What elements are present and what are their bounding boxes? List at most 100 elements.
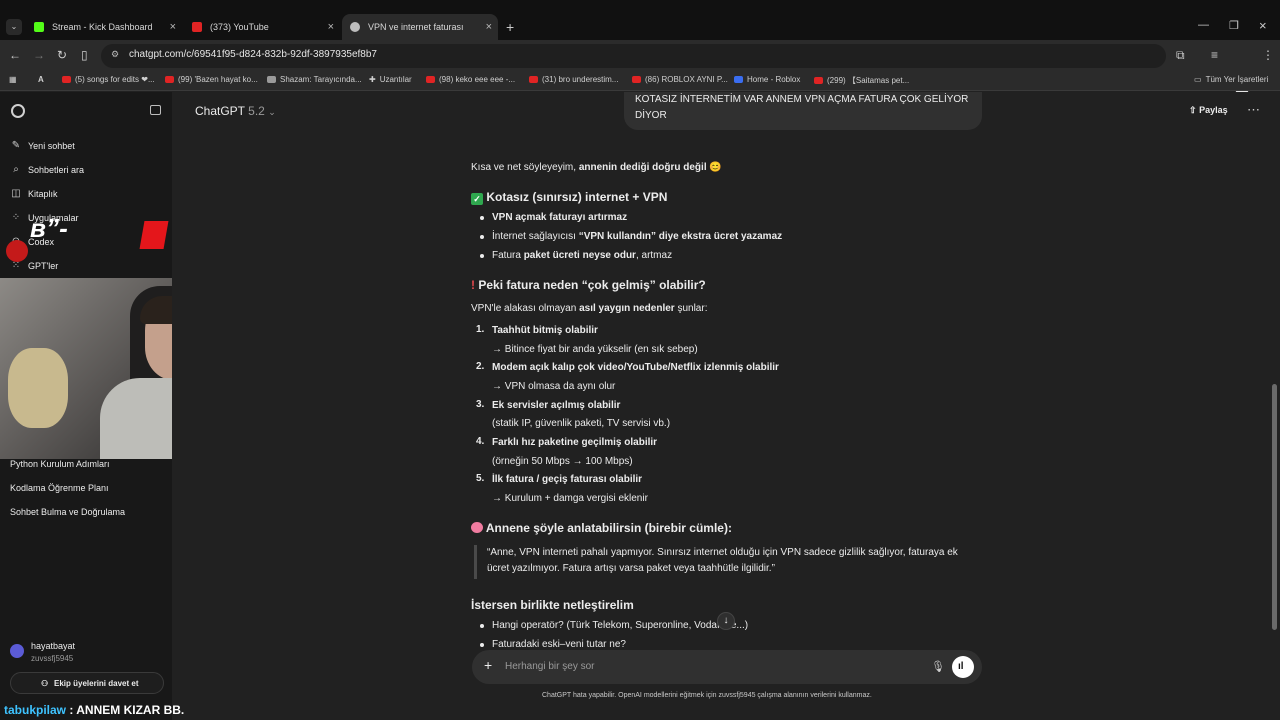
chat-history-item[interactable]: Kodlama Öğrenme Planı (10, 483, 109, 493)
sidebar-item-library[interactable]: ◫ Kitaplık (10, 188, 57, 199)
list-item: VPN açmak faturayı artırmaz (492, 212, 628, 223)
list-number: 1. (476, 324, 485, 335)
bookmark-a-icon[interactable]: A (38, 75, 44, 84)
bookmark-item[interactable]: ✚ Uzantılar (369, 75, 412, 84)
list-number: 4. (476, 436, 485, 447)
scroll-down-button[interactable]: ↓ (717, 612, 735, 630)
apps-grid-icon[interactable]: ▦ (9, 75, 17, 84)
shazam-icon (267, 76, 276, 83)
close-icon[interactable]: × (486, 21, 492, 33)
minimize-icon[interactable]: — (1198, 19, 1209, 31)
avatar[interactable] (10, 644, 24, 658)
invite-icon: ⚇ (41, 679, 49, 688)
media-icon[interactable]: ≡ (1211, 48, 1218, 62)
youtube-icon (165, 76, 174, 83)
forward-icon[interactable]: → (33, 48, 45, 62)
tab-title: (373) YouTube (210, 22, 269, 32)
invite-button[interactable]: ⚇ Ekip üyelerini davet et (10, 672, 164, 694)
menu-icon[interactable]: ⋮ (1262, 48, 1274, 62)
browser-tabbar: ⌄ Stream - Kick Dashboard × (373) YouTub… (0, 0, 1280, 40)
close-icon[interactable]: × (170, 21, 176, 33)
kick-icon (34, 22, 44, 32)
list-item-detail: → VPN olmasa da aynı olur (492, 381, 616, 392)
assistant-intro: Kısa ve net söyleyeyim, annenin dediği d… (471, 162, 722, 173)
share-button[interactable]: ⇧ Paylaş (1189, 105, 1228, 116)
tab-kick[interactable]: Stream - Kick Dashboard × (28, 14, 182, 40)
bookmark-item[interactable]: (5) songs for edits ❤... (62, 75, 155, 84)
add-attachment-icon[interactable]: + (484, 657, 492, 673)
list-number: 2. (476, 361, 485, 372)
youtube-icon (529, 76, 538, 83)
list-item: Fatura paket ücreti neyse odur, artmaz (492, 250, 673, 261)
list-item-detail: (statik IP, güvenlik paketi, TV servisi … (492, 418, 671, 429)
microphone-icon[interactable]: 🎙 (931, 660, 945, 673)
plush-toy (8, 348, 68, 428)
bullet-dot (480, 235, 484, 239)
bullet-dot (480, 624, 484, 628)
list-item-detail: (örneğin 50 Mbps → 100 Mbps) (492, 456, 633, 467)
openai-logo-icon[interactable] (11, 104, 25, 118)
quote-line: “Anne, VPN interneti pahalı yapmıyor. Sı… (487, 547, 958, 558)
bookmark-item[interactable]: (98) keko eee eee -... (426, 75, 515, 84)
apps-icon: ⁘ (11, 212, 21, 223)
bookmark-item[interactable]: (86) ROBLOX AYNI P... (632, 75, 728, 84)
edit-icon: ✎ (11, 140, 21, 151)
scrollbar[interactable] (1272, 384, 1277, 630)
sidebar-toggle-icon[interactable] (150, 105, 161, 115)
new-tab-icon[interactable]: + (506, 19, 514, 35)
check-mark-icon: ✓ (471, 193, 483, 205)
voice-mode-button[interactable]: ıl (952, 656, 974, 678)
smile-emoji-icon: 😊 (709, 162, 722, 173)
site-info-icon[interactable]: ⚙ (111, 49, 119, 60)
share-icon: ⇧ (1189, 105, 1197, 115)
user-name[interactable]: hayatbayat (31, 641, 75, 651)
list-number: 3. (476, 399, 485, 410)
section-heading: ! Peki fatura neden “çok gelmiş” olabili… (471, 278, 706, 292)
url-text: chatgpt.com/c/69541f95-d824-832b-92df-38… (129, 49, 377, 60)
bookmark-item[interactable]: Home - Roblox (734, 75, 800, 84)
back-icon[interactable]: ← (9, 48, 21, 62)
more-options-icon[interactable]: ⋯ (1247, 102, 1260, 118)
tab-youtube[interactable]: (373) YouTube × (186, 14, 340, 40)
chat-history-item[interactable]: Python Kurulum Adımları (10, 459, 110, 469)
bookmark-item[interactable]: (31) bro underestim... (529, 75, 618, 84)
all-bookmarks[interactable]: ▭ Tüm Yer İşaretleri (1194, 75, 1268, 84)
message-input[interactable]: Herhangi bir şey sor (505, 661, 594, 672)
list-number: 5. (476, 473, 485, 484)
tab-search-icon[interactable]: ⌄ (6, 19, 22, 35)
paragraph: VPN'le alakası olmayan asıl yaygın neden… (471, 303, 708, 314)
stream-overlay-badge (139, 221, 169, 249)
restore-icon[interactable]: ❐ (1229, 19, 1239, 32)
section-heading: Annene şöyle anlatabilirsin (birebir cüm… (471, 521, 732, 535)
sidepanel-icon[interactable]: ▯ (81, 48, 88, 62)
list-item: Faturadaki eski–yeni tutar ne? (492, 639, 626, 647)
close-window-icon[interactable]: × (1259, 18, 1267, 33)
bookmark-item[interactable]: (99) 'Bazen hayat ko... (165, 75, 258, 84)
disclaimer: ChatGPT hata yapabilir. OpenAI modelleri… (542, 692, 872, 699)
list-item: Hangi operatör? (Türk Telekom, Superonli… (492, 620, 749, 631)
list-item: Modem açık kalıp çok video/YouTube/Netfl… (492, 362, 779, 373)
library-icon: ◫ (11, 188, 21, 199)
tab-title: Stream - Kick Dashboard (52, 22, 153, 32)
tab-chatgpt[interactable]: VPN ve internet faturası × (342, 14, 498, 40)
stream-overlay-icon (6, 240, 28, 262)
list-item: Farklı hız paketine geçilmiş olabilir (492, 437, 658, 448)
extensions-icon[interactable]: ⧉ (1176, 48, 1185, 63)
sidebar-item-new-chat[interactable]: ✎ Yeni sohbet (10, 140, 75, 151)
sidebar-item-search[interactable]: ⌕ Sohbetleri ara (10, 164, 84, 175)
invite-label: Ekip üyelerini davet et (54, 679, 139, 688)
puzzle-icon: ✚ (369, 75, 376, 84)
youtube-icon (62, 76, 71, 83)
list-item: Taahhüt bitmiş olabilir (492, 325, 598, 336)
model-selector[interactable]: ChatGPT 5.2 ⌄ (195, 104, 276, 118)
waveform-icon: ıl (958, 661, 964, 672)
close-icon[interactable]: × (328, 21, 334, 33)
roblox-icon (734, 76, 743, 83)
reload-icon[interactable]: ↻ (57, 48, 67, 62)
bookmark-item[interactable]: Shazam: Tarayıcında... (267, 75, 362, 84)
youtube-icon (426, 76, 435, 83)
bullet-dot (480, 254, 484, 258)
bookmark-item[interactable]: (299) 【Saitamas pet... (814, 75, 909, 86)
stream-overlay-logo: ʙ”- (30, 213, 68, 243)
chat-history-item[interactable]: Sohbet Bulma ve Doğrulama (10, 507, 125, 517)
